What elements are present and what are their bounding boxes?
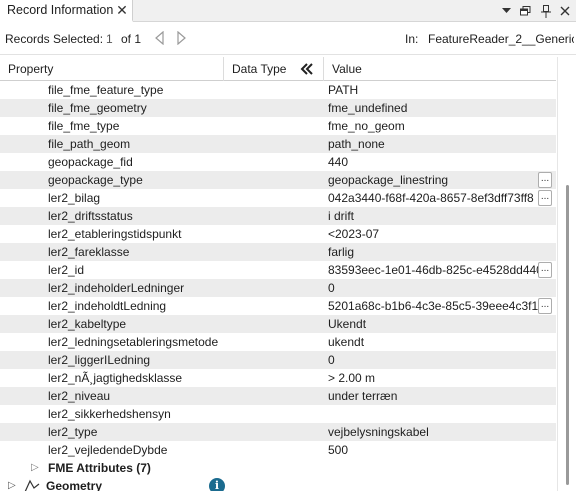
property-name: ler2_liggerILedning: [48, 353, 151, 367]
property-value: farlig: [328, 245, 355, 259]
property-value: Ukendt: [328, 317, 367, 331]
table-row[interactable]: ler2_sikkerhedshensyn: [0, 405, 556, 423]
table-row[interactable]: ler2_fareklasse farlig: [0, 243, 556, 261]
expand-caret-icon[interactable]: ▷: [8, 477, 16, 491]
property-name: ler2_type: [48, 425, 98, 439]
property-value: 83593eec-1e01-46db-825c-e4528dd440e: [328, 263, 538, 277]
tab-record-information[interactable]: Record Information ✕: [0, 0, 133, 22]
column-header-value[interactable]: Value: [324, 57, 556, 81]
table-row[interactable]: ler2_id 83593eec-1e01-46db-825c-e4528dd44…: [0, 261, 556, 279]
property-name: file_fme_geometry: [48, 101, 147, 115]
property-value: ukendt: [328, 335, 365, 349]
pin-icon[interactable]: [539, 3, 553, 19]
group-label: FME Attributes (7): [48, 461, 151, 475]
property-name: file_fme_type: [48, 119, 120, 133]
table-body: file_fme_feature_type PATH file_fme_geomet…: [0, 81, 556, 491]
geometry-icon: [24, 479, 40, 491]
property-name: ler2_indeholderLedninger: [48, 281, 185, 295]
property-name: ler2_etableringstidspunkt: [48, 227, 182, 241]
table-row[interactable]: geopackage_fid 440: [0, 153, 556, 171]
view-value-button[interactable]: ...: [538, 262, 552, 278]
record-total: of 1: [121, 32, 142, 46]
table-row[interactable]: ler2_niveau under terræn: [0, 387, 556, 405]
property-value: <2023-07: [328, 227, 380, 241]
column-header-property[interactable]: Property: [0, 57, 224, 81]
property-name: ler2_niveau: [48, 389, 111, 403]
table-row[interactable]: ler2_vejledendeDybde 500: [0, 441, 556, 459]
property-value: path_none: [328, 137, 385, 151]
property-name: file_fme_feature_type: [48, 83, 164, 97]
close-icon[interactable]: [558, 3, 572, 19]
group-fme-attributes[interactable]: ▷ FME Attributes (7): [0, 459, 556, 477]
expand-caret-icon[interactable]: ▷: [31, 459, 39, 477]
table-row[interactable]: file_fme_feature_type PATH: [0, 81, 556, 99]
property-value: fme_undefined: [328, 101, 408, 115]
table-row[interactable]: ler2_indeholdtLedning 5201a68c-b1b6-4c3e-…: [0, 297, 556, 315]
scrollbar-thumb[interactable]: [566, 185, 569, 485]
current-record-number[interactable]: 1: [106, 32, 113, 46]
property-value: 042a3440-f68f-420a-8657-8ef3dff73ff8: [328, 191, 534, 205]
table-row[interactable]: file_fme_geometry fme_undefined: [0, 99, 556, 117]
table-row[interactable]: ler2_ledningsetableringsmetode ukendt: [0, 333, 556, 351]
tab-close-icon[interactable]: ✕: [115, 2, 129, 18]
property-value: i drift: [328, 209, 355, 223]
property-name: ler2_ledningsetableringsmetode: [48, 335, 219, 349]
next-record-icon[interactable]: [174, 30, 188, 46]
property-value: vejbelysningskabel: [328, 425, 429, 439]
source-value: FeatureReader_2__Generic_: [428, 32, 574, 46]
vertical-scrollbar[interactable]: [557, 57, 576, 491]
property-name: ler2_vejledendeDybde: [48, 443, 168, 457]
group-geometry[interactable]: ▷ Geometry i: [0, 477, 556, 491]
property-name: ler2_indeholdtLedning: [48, 299, 167, 313]
collapse-datatype-icon[interactable]: [296, 61, 318, 77]
records-selected-label: Records Selected:: [5, 32, 104, 46]
property-name: geopackage_fid: [48, 155, 133, 169]
table-row[interactable]: file_fme_type fme_no_geom: [0, 117, 556, 135]
table-row[interactable]: ler2_type vejbelysningskabel: [0, 423, 556, 441]
property-name: ler2_kabeltype: [48, 317, 127, 331]
table-row[interactable]: ler2_liggerILedning 0: [0, 351, 556, 369]
property-value: under terræn: [328, 389, 398, 403]
table-row[interactable]: ler2_driftsstatus i drift: [0, 207, 556, 225]
table-header: Property Data Type Value: [0, 57, 556, 81]
view-value-button[interactable]: ...: [538, 298, 552, 314]
property-value: [328, 405, 538, 423]
property-name: ler2_sikkerhedshensyn: [48, 407, 171, 421]
property-value: > 2.00 m: [328, 371, 376, 385]
property-value: 5201a68c-b1b6-4c3e-85c5-39eee4c3f13b: [328, 299, 538, 313]
property-name: ler2_driftsstatus: [48, 209, 133, 223]
info-icon[interactable]: i: [209, 478, 225, 491]
property-value: 440: [328, 155, 349, 169]
property-value: fme_no_geom: [328, 119, 405, 133]
property-value: geopackage_linestring: [328, 173, 449, 187]
panel-titlebar: Record Information ✕: [0, 0, 576, 22]
property-value: 0: [328, 281, 335, 295]
tab-title: Record Information: [7, 3, 114, 17]
property-name: ler2_id: [48, 263, 85, 277]
property-name: ler2_bilag: [48, 191, 101, 205]
property-value: PATH: [328, 83, 359, 97]
property-name: geopackage_type: [48, 173, 143, 187]
table-row[interactable]: ler2_kabeltype Ukendt: [0, 315, 556, 333]
chevron-down-icon[interactable]: [499, 3, 513, 19]
restore-window-icon[interactable]: [518, 3, 532, 19]
table-row[interactable]: ler2_etableringstidspunkt <2023-07: [0, 225, 556, 243]
records-toolbar: Records Selected: 1 of 1 In: FeatureRead…: [0, 22, 576, 55]
view-value-button[interactable]: ...: [538, 190, 552, 206]
group-label: Geometry: [46, 479, 103, 491]
property-value: 0: [328, 353, 335, 367]
property-value: 500: [328, 443, 349, 457]
table-row[interactable]: geopackage_type geopackage_linestring...: [0, 171, 556, 189]
table-row[interactable]: file_path_geom path_none: [0, 135, 556, 153]
table-row[interactable]: ler2_indeholderLedninger 0: [0, 279, 556, 297]
record-table: Property Data Type Value file_fme_featur…: [0, 57, 576, 491]
table-row[interactable]: ler2_nÃ¸jagtighedsklasse > 2.00 m: [0, 369, 556, 387]
table-row[interactable]: ler2_bilag 042a3440-f68f-420a-8657-8ef3df…: [0, 189, 556, 207]
property-name: ler2_fareklasse: [48, 245, 130, 259]
property-name: file_path_geom: [48, 137, 131, 151]
view-value-button[interactable]: ...: [538, 172, 552, 188]
property-name: ler2_nÃ¸jagtighedsklasse: [48, 371, 183, 385]
source-label: In:: [405, 32, 419, 46]
previous-record-icon[interactable]: [152, 30, 166, 46]
